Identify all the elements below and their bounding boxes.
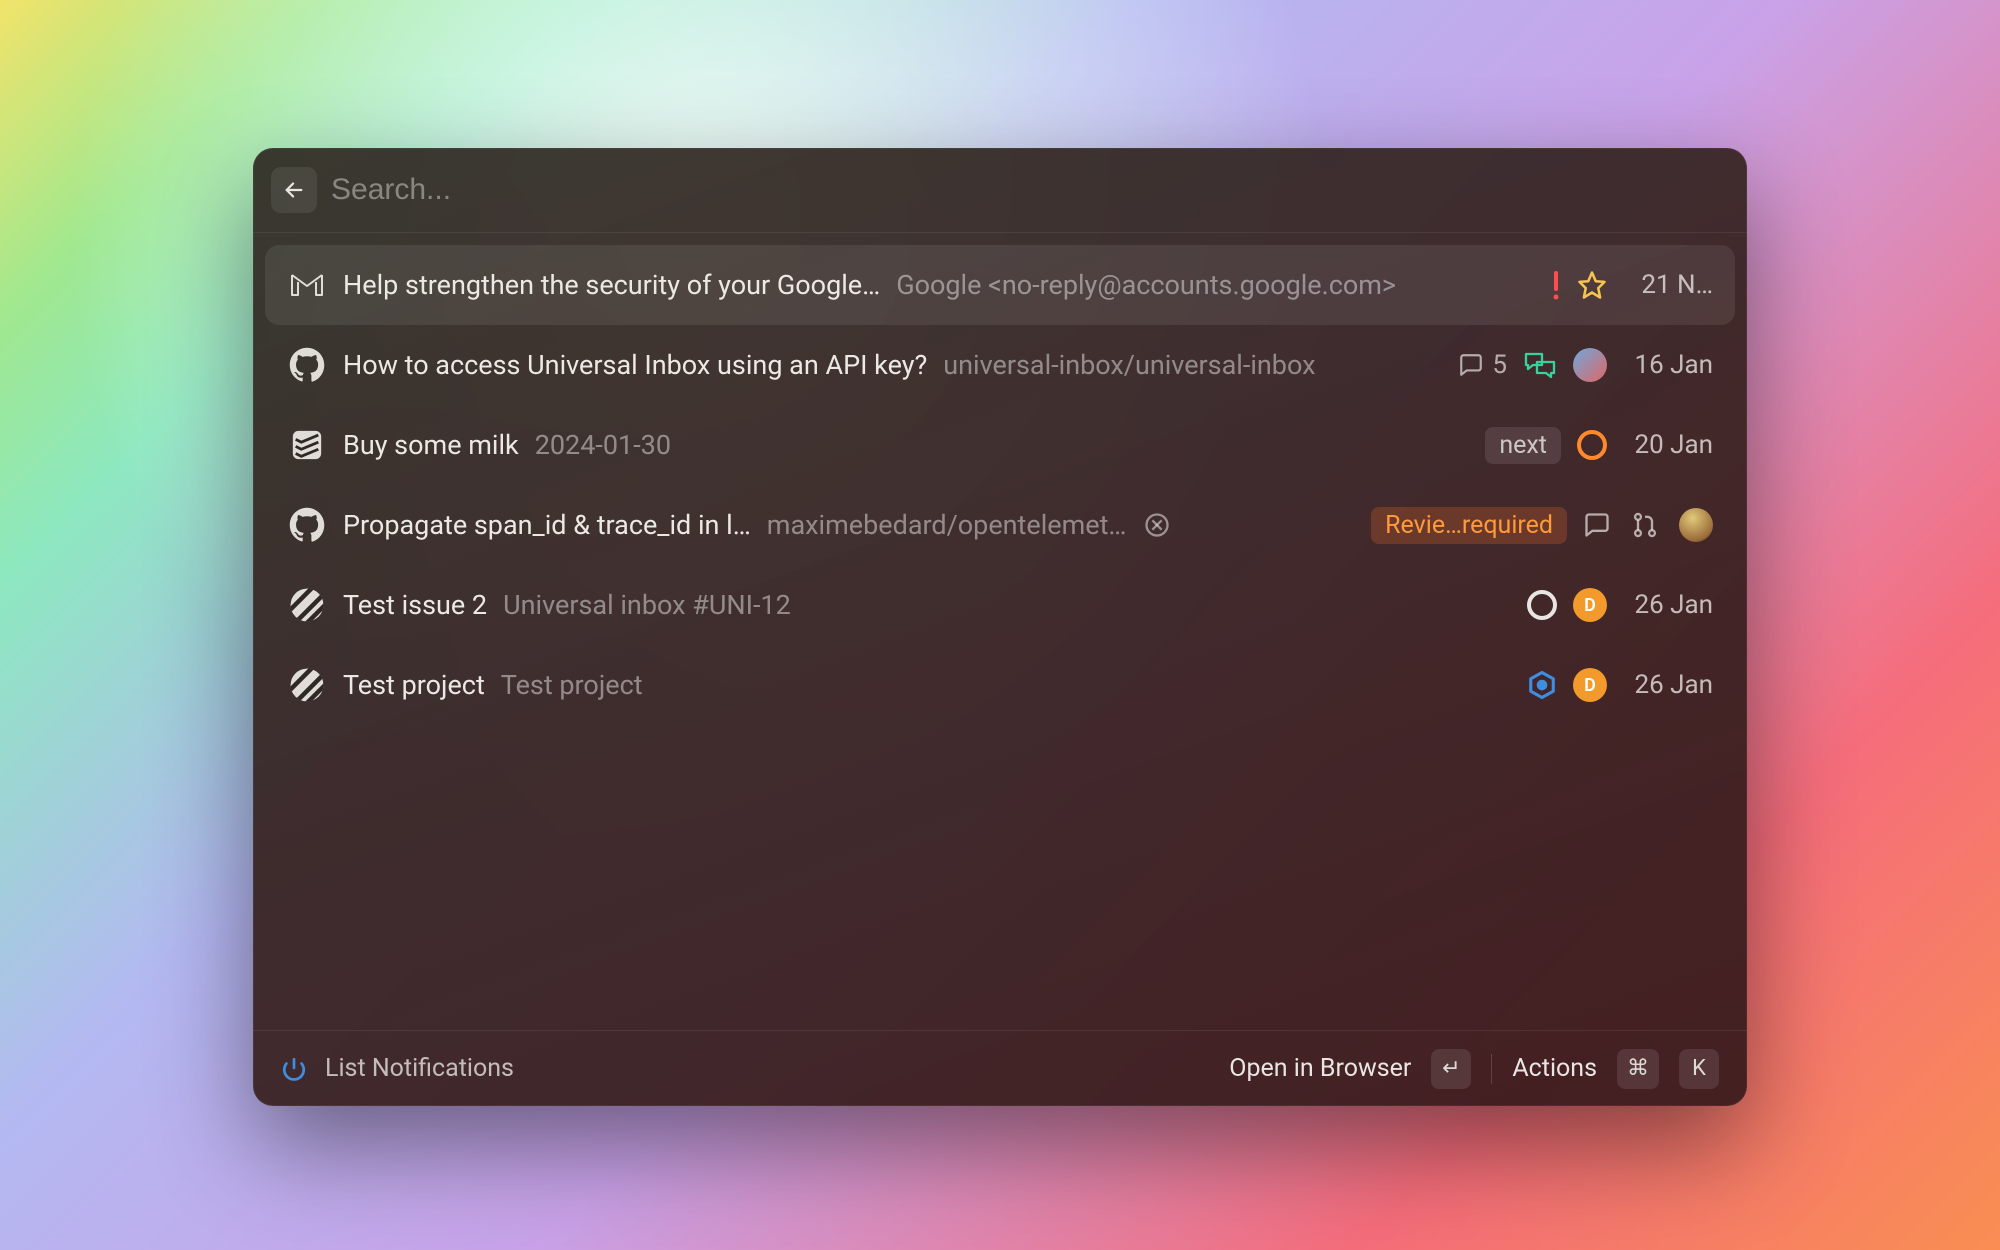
list-item[interactable]: Buy some milk 2024-01-30 next 20 Jan [265,405,1735,485]
todoist-icon [287,425,327,465]
item-date: 26 Jan [1623,670,1713,700]
linear-icon [287,585,327,625]
priority-ring-icon [1577,430,1607,460]
priority-icon [1551,269,1561,301]
footer-left-label: List Notifications [325,1054,514,1083]
item-title: Test issue 2 [343,589,487,621]
notification-list: Help strengthen the security of your Goo… [253,233,1747,1030]
comment-count: 5 [1458,350,1507,380]
back-button[interactable] [271,167,317,213]
search-input[interactable] [331,173,1729,207]
app-logo-icon [281,1056,307,1082]
item-title: How to access Universal Inbox using an A… [343,349,927,381]
footer: List Notifications Open in Browser ↵ Act… [253,1030,1747,1106]
tag: next [1485,427,1561,464]
item-date: 26 Jan [1623,590,1713,620]
avatar [1573,348,1607,382]
item-subtitle: Google <no-reply@accounts.google.com> [896,269,1396,301]
linear-icon [287,665,327,705]
item-title: Help strengthen the security of your Goo… [343,269,880,301]
item-date: 21 N… [1623,270,1713,300]
item-subtitle: 2024-01-30 [535,429,671,461]
github-icon [287,505,327,545]
comment-icon [1583,511,1611,539]
item-subtitle: universal-inbox/universal-inbox [943,349,1315,381]
actions-menu[interactable]: Actions [1512,1054,1597,1083]
avatar [1679,508,1713,542]
arrow-left-icon [283,179,305,201]
item-subtitle: maximebedard/opentelemet… [767,509,1127,541]
pull-request-icon [1631,511,1659,539]
list-item[interactable]: Test issue 2 Universal inbox #UNI-12 D 2… [265,565,1735,645]
github-icon [287,345,327,385]
review-tag: Revie…required [1371,507,1567,544]
avatar: D [1573,588,1607,622]
list-item[interactable]: Propagate span_id & trace_id in l… maxim… [265,485,1735,565]
list-item[interactable]: How to access Universal Inbox using an A… [265,325,1735,405]
separator [1491,1054,1492,1084]
closed-icon [1143,511,1171,539]
comment-icon [1458,352,1484,378]
item-title: Test project [343,669,485,701]
avatar: D [1573,668,1607,702]
item-subtitle: Universal inbox #UNI-12 [503,589,791,621]
item-title: Buy some milk [343,429,519,461]
item-date: 16 Jan [1623,350,1713,380]
header [253,148,1747,232]
k-key: K [1679,1049,1719,1089]
discussion-icon [1523,350,1557,380]
item-date: 20 Jan [1623,430,1713,460]
item-title: Propagate span_id & trace_id in l… [343,509,751,541]
enter-key: ↵ [1431,1049,1471,1089]
command-palette: Help strengthen the security of your Goo… [253,148,1747,1106]
item-subtitle: Test project [501,669,643,701]
open-in-browser-action[interactable]: Open in Browser [1229,1054,1411,1083]
cmd-key: ⌘ [1617,1049,1659,1089]
star-icon [1577,270,1607,300]
status-ring-icon [1527,590,1557,620]
project-hex-icon [1527,670,1557,700]
list-item[interactable]: Test project Test project D 26 Jan [265,645,1735,725]
gmail-icon [287,265,327,305]
list-item[interactable]: Help strengthen the security of your Goo… [265,245,1735,325]
